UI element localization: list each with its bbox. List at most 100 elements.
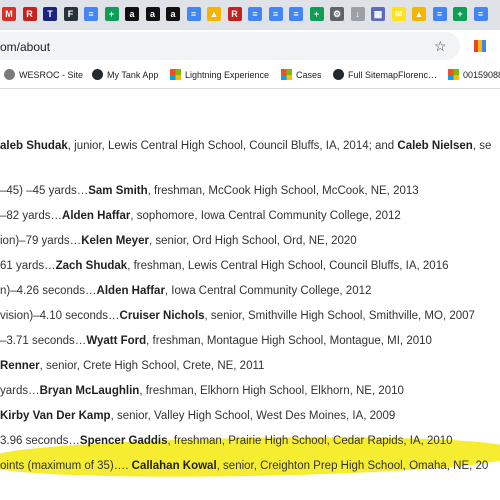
record-text: , junior, Lewis Central High School, Cou… — [67, 140, 398, 152]
docs-tab-icon-2[interactable]: ≡ — [186, 7, 201, 21]
athlete-name: Callahan Kowal — [131, 460, 217, 472]
athlete-name: aleb Shudak — [0, 140, 68, 152]
bookmark-label: WESROC - Site — [19, 69, 84, 80]
athlete-name: Wyatt Ford — [86, 335, 147, 347]
amazon-tab-icon[interactable]: a — [125, 7, 139, 21]
record-text: n)–4.26 seconds… — [0, 285, 97, 297]
record-text: , senior, Crete High School, Crete, NE, … — [39, 360, 265, 372]
athlete-name: Alden Haffar — [62, 210, 131, 222]
athlete-name: Sam Smith — [88, 185, 148, 197]
bookmark-item[interactable]: Full SitemapFlorenc… — [333, 69, 437, 80]
record-line: oints (maximum of 35)…. Callahan Kowal, … — [0, 460, 488, 472]
docs-tab-icon-6[interactable]: ≡ — [432, 7, 447, 21]
bookmark-label: Full SitemapFlorenc… — [348, 69, 438, 80]
athlete-name: Kirby Van Der Kamp — [0, 410, 111, 422]
gmail-tab-icon[interactable]: M — [2, 7, 16, 21]
record-text: , freshman, Montague High School, Montag… — [146, 335, 432, 347]
record-text: vision)–4.10 seconds… — [0, 310, 120, 322]
drive-tab-icon[interactable]: ▲ — [207, 7, 221, 21]
record-text: –82 yards… — [0, 210, 63, 222]
athlete-name: Caleb Nielsen — [397, 140, 473, 152]
bookmark-label: 00159088 — [463, 69, 500, 80]
record-line: vision)–4.10 seconds…Cruiser Nichols, se… — [0, 310, 475, 322]
bookmarks-bar: WESROC - Site My Tank App Lightning Experi… — [0, 62, 500, 86]
microsoft-icon — [448, 69, 459, 80]
record-text: , freshman, McCook High School, McCook, … — [147, 185, 419, 197]
bookmark-item[interactable]: 00159088 — [448, 69, 500, 80]
settings-tab-icon[interactable]: ⚙ — [330, 7, 344, 21]
record-line: ion)–79 yards…Kelen Meyer, senior, Ord H… — [0, 235, 357, 247]
record-line: Renner, senior, Crete High School, Crete… — [0, 360, 264, 372]
docs-tab-icon-3[interactable]: ≡ — [248, 7, 262, 21]
plus-tab-icon-3[interactable]: + — [453, 7, 467, 21]
record-text: yards… — [0, 385, 40, 397]
docs-tab-icon-7[interactable]: ≡ — [473, 7, 488, 21]
docs-tab-icon-4[interactable]: ≡ — [268, 7, 283, 21]
record-text: 3.96 seconds… — [0, 435, 80, 447]
record-line: Kirby Van Der Kamp, senior, Valley High … — [0, 410, 395, 422]
tsa-tab-icon[interactable]: T — [43, 7, 57, 21]
athlete-name: Kelen Meyer — [81, 235, 149, 247]
docs-tab-icon[interactable]: ≡ — [84, 7, 98, 21]
record-text: , freshman, Prairie High School, Cedar R… — [167, 435, 453, 447]
toolbar-divider — [0, 88, 500, 89]
record-text: , se — [472, 140, 492, 152]
bookmark-star-icon[interactable]: ☆ — [434, 38, 447, 55]
pin-tab-icon[interactable]: ↓ — [350, 7, 365, 21]
amazon-tab-icon-3[interactable]: a — [166, 7, 180, 21]
record-text: , freshman, Elkhorn High School, Elkhorn… — [139, 385, 404, 397]
bookmark-item[interactable]: Cases — [281, 69, 322, 80]
athlete-name: Renner — [0, 360, 40, 372]
record-text: , senior, Smithville High School, Smithv… — [204, 310, 475, 322]
record-line: –82 yards…Alden Haffar, sophomore, Iowa … — [0, 210, 401, 222]
calendar-tab-icon[interactable]: ▦ — [371, 7, 385, 21]
bookmark-label: Lightning Experience — [185, 69, 270, 80]
record-line: 3.96 seconds…Spencer Gaddis, freshman, P… — [0, 435, 453, 447]
r-tab-icon[interactable]: R — [22, 7, 37, 21]
record-text: , senior, Creighton Prep High School, Om… — [216, 460, 489, 472]
record-text: –45) –45 yards… — [0, 185, 89, 197]
record-line: –45) –45 yards…Sam Smith, freshman, McCo… — [0, 185, 419, 197]
github-icon — [92, 69, 103, 80]
plus-tab-icon[interactable]: + — [104, 7, 119, 21]
plus-tab-icon-2[interactable]: + — [309, 7, 324, 21]
record-line: –3.71 seconds…Wyatt Ford, freshman, Mont… — [0, 335, 432, 347]
record-text: –3.71 seconds… — [0, 335, 87, 347]
record-text: , Iowa Central Community College, 2012 — [164, 285, 372, 297]
extension-icon[interactable] — [474, 40, 486, 52]
fr-tab-icon[interactable]: F — [63, 7, 78, 21]
drive-tab-icon-2[interactable]: ▲ — [412, 7, 426, 21]
athlete-name: Bryan McLaughlin — [39, 385, 140, 397]
athlete-name: Cruiser Nichols — [119, 310, 205, 322]
amazon-tab-icon-2[interactable]: a — [145, 7, 160, 21]
athlete-name: Spencer Gaddis — [79, 435, 168, 447]
page-content: aleb Shudak, junior, Lewis Central High … — [0, 90, 500, 500]
record-line: aleb Shudak, junior, Lewis Central High … — [0, 140, 491, 152]
record-text: , senior, Valley High School, West Des M… — [110, 410, 396, 422]
bookmark-item[interactable]: Lightning Experience — [170, 69, 269, 80]
bookmark-item[interactable]: WESROC - Site — [4, 69, 83, 80]
record-line: n)–4.26 seconds…Alden Haffar, Iowa Centr… — [0, 285, 371, 297]
microsoft-icon — [170, 69, 181, 80]
r-tab-icon-2[interactable]: R — [227, 7, 242, 21]
mailchimp-tab-icon[interactable]: ✉ — [391, 7, 406, 21]
tab-strip: M R T F ≡ + a a a ≡ ▲ R ≡ ≡ ≡ + ⚙ ↓ ▦ ✉ ▲ ≡ + ≡ — [0, 0, 500, 30]
record-text: oints (maximum of 35)…. — [0, 460, 132, 472]
athlete-name: Alden Haffar — [96, 285, 165, 297]
record-text: , freshman, Lewis Central High School, C… — [127, 260, 449, 272]
record-text: ion)–79 yards… — [0, 235, 82, 247]
record-line: yards…Bryan McLaughlin, freshman, Elkhor… — [0, 385, 404, 397]
bookmark-label: My Tank App — [107, 69, 159, 80]
address-bar[interactable]: om/about — [0, 32, 460, 60]
bookmark-label: Cases — [296, 69, 322, 80]
docs-tab-icon-5[interactable]: ≡ — [289, 7, 303, 21]
github-icon — [333, 69, 344, 80]
microsoft-icon — [281, 69, 292, 80]
flower-icon — [4, 69, 15, 80]
url-text[interactable]: om/about — [0, 40, 50, 54]
athlete-name: Zach Shudak — [55, 260, 128, 272]
record-line: 61 yards…Zach Shudak, freshman, Lewis Ce… — [0, 260, 449, 272]
record-text: 61 yards… — [0, 260, 56, 272]
bookmark-item[interactable]: My Tank App — [92, 69, 158, 80]
record-text: , sophomore, Iowa Central Community Coll… — [130, 210, 401, 222]
